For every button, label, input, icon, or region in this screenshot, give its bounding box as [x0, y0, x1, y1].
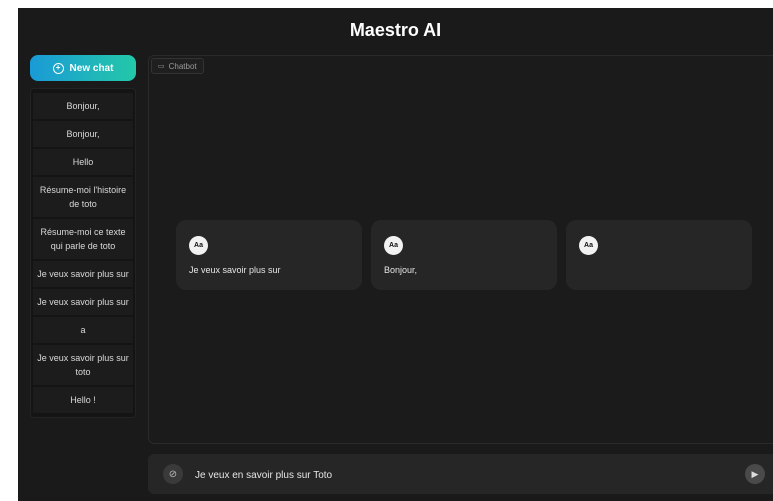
message-input-bar: ⊘ ▶ — [148, 454, 773, 494]
app-window: Maestro AI + New chat Bonjour, Bonjour, … — [18, 8, 773, 501]
send-icon: ▶ — [751, 468, 759, 479]
chat-history-list: Bonjour, Bonjour, Hello Résume-moi l'his… — [30, 88, 136, 418]
history-item[interactable]: Je veux savoir plus sur — [33, 261, 133, 287]
avatar: Aa — [189, 236, 208, 255]
history-item[interactable]: a — [33, 317, 133, 343]
example-cards: Aa Je veux savoir plus sur Aa Bonjour, A… — [176, 220, 752, 290]
history-item[interactable]: Bonjour, — [33, 121, 133, 147]
avatar: Aa — [579, 236, 598, 255]
example-card[interactable]: Aa Je veux savoir plus sur — [176, 220, 362, 290]
paperclip-icon: ⊘ — [168, 468, 178, 480]
history-item[interactable]: Hello — [33, 149, 133, 175]
history-item[interactable]: Résume-moi ce texte qui parle de toto — [33, 219, 133, 259]
history-item[interactable]: Résume-moi l'histoire de toto — [33, 177, 133, 217]
sidebar: + New chat Bonjour, Bonjour, Hello Résum… — [30, 55, 136, 418]
new-chat-button[interactable]: + New chat — [30, 55, 136, 81]
plus-circle-icon: + — [52, 62, 64, 74]
attach-button[interactable]: ⊘ — [163, 464, 183, 484]
example-card[interactable]: Aa Bonjour, — [371, 220, 557, 290]
history-item[interactable]: Bonjour, — [33, 93, 133, 119]
chatbot-tag: ▭ Chatbot — [151, 58, 204, 74]
history-item[interactable]: Je veux savoir plus sur — [33, 289, 133, 315]
app-title: Maestro AI — [349, 20, 442, 40]
chat-bubble-icon: ▭ — [158, 63, 165, 70]
avatar: Aa — [384, 236, 403, 255]
chatbot-tag-label: Chatbot — [168, 61, 197, 71]
history-item[interactable]: Hello ! — [33, 387, 133, 413]
card-text: Je veux savoir plus sur — [189, 265, 281, 275]
example-card[interactable]: Aa — [566, 220, 752, 290]
card-text: Bonjour, — [384, 265, 418, 275]
chatbot-panel: ▭ Chatbot Aa Je veux savoir plus sur Aa … — [148, 55, 773, 444]
message-input[interactable] — [193, 463, 737, 487]
new-chat-label: New chat — [69, 62, 114, 74]
history-item[interactable]: Je veux savoir plus sur toto — [33, 345, 133, 385]
send-button[interactable]: ▶ — [745, 464, 765, 484]
